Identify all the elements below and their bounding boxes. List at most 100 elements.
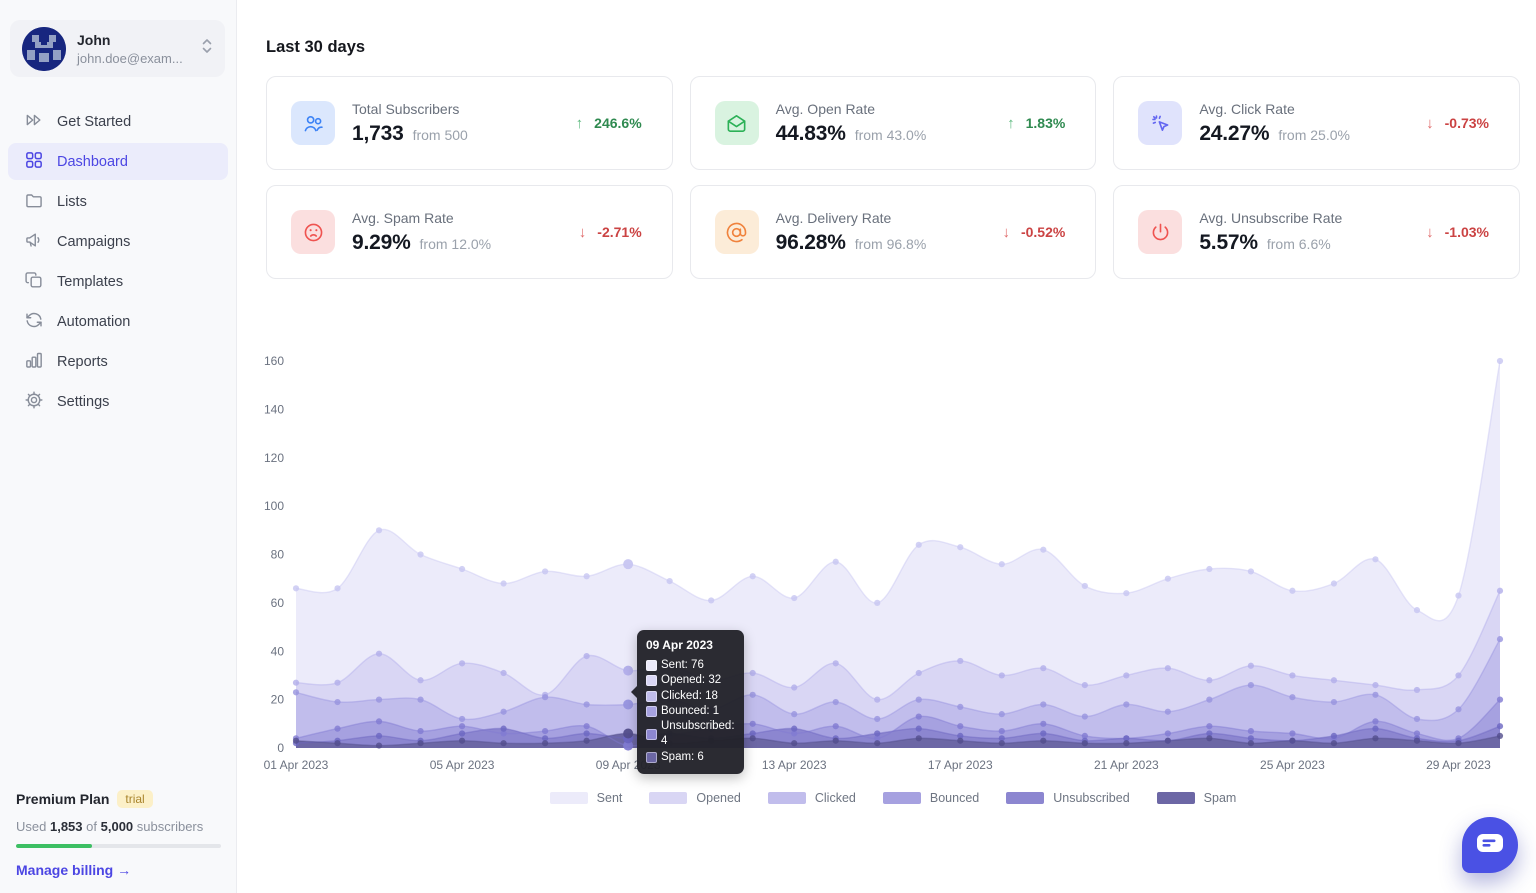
sidebar-item-templates[interactable]: Templates [8,263,228,300]
data-point[interactable] [1331,740,1337,746]
data-point[interactable] [417,551,423,557]
data-point[interactable] [1455,740,1461,746]
data-point[interactable] [542,694,548,700]
data-point[interactable] [791,711,797,717]
data-point[interactable] [376,742,382,748]
data-point[interactable] [459,660,465,666]
data-point[interactable] [1248,728,1254,734]
data-point[interactable] [417,677,423,683]
legend-item-spam[interactable]: Spam [1157,791,1237,805]
data-point[interactable] [500,740,506,746]
data-point[interactable] [376,651,382,657]
data-point[interactable] [1414,716,1420,722]
data-point[interactable] [1372,692,1378,698]
data-point[interactable] [1040,730,1046,736]
data-point[interactable] [623,699,633,709]
data-point[interactable] [584,723,590,729]
data-point[interactable] [623,559,633,569]
data-point[interactable] [1372,718,1378,724]
data-point[interactable] [1414,687,1420,693]
data-point[interactable] [791,684,797,690]
data-point[interactable] [1123,590,1129,596]
legend-item-clicked[interactable]: Clicked [768,791,856,805]
data-point[interactable] [417,697,423,703]
data-point[interactable] [957,704,963,710]
data-point[interactable] [916,670,922,676]
data-point[interactable] [376,718,382,724]
sidebar-item-settings[interactable]: Settings [8,383,228,420]
chat-launcher-button[interactable] [1462,817,1518,873]
data-point[interactable] [334,740,340,746]
data-point[interactable] [1331,677,1337,683]
data-point[interactable] [623,728,633,738]
data-point[interactable] [916,542,922,548]
data-point[interactable] [1248,682,1254,688]
data-point[interactable] [584,701,590,707]
data-point[interactable] [1082,713,1088,719]
data-point[interactable] [874,697,880,703]
data-point[interactable] [293,585,299,591]
data-point[interactable] [1289,738,1295,744]
data-point[interactable] [1497,733,1503,739]
data-point[interactable] [957,738,963,744]
data-point[interactable] [999,561,1005,567]
legend-item-unsubscribed[interactable]: Unsubscribed [1006,791,1129,805]
data-point[interactable] [293,689,299,695]
data-point[interactable] [1372,556,1378,562]
data-point[interactable] [459,738,465,744]
legend-item-opened[interactable]: Opened [649,791,740,805]
data-point[interactable] [833,738,839,744]
data-point[interactable] [623,666,633,676]
data-point[interactable] [334,680,340,686]
engagement-area-chart[interactable]: 02040608010012014016001 Apr 202305 Apr 2… [250,350,1516,774]
data-point[interactable] [1497,358,1503,364]
data-point[interactable] [1289,672,1295,678]
data-point[interactable] [791,595,797,601]
data-point[interactable] [1165,576,1171,582]
data-point[interactable] [791,740,797,746]
data-point[interactable] [293,680,299,686]
data-point[interactable] [1040,701,1046,707]
data-point[interactable] [1206,697,1212,703]
data-point[interactable] [334,726,340,732]
data-point[interactable] [1123,672,1129,678]
data-point[interactable] [874,716,880,722]
data-point[interactable] [293,738,299,744]
data-point[interactable] [957,544,963,550]
data-point[interactable] [1082,740,1088,746]
data-point[interactable] [999,711,1005,717]
data-point[interactable] [1372,735,1378,741]
data-point[interactable] [1206,566,1212,572]
data-point[interactable] [376,697,382,703]
data-point[interactable] [957,723,963,729]
data-point[interactable] [750,692,756,698]
data-point[interactable] [999,728,1005,734]
data-point[interactable] [459,730,465,736]
data-point[interactable] [957,658,963,664]
data-point[interactable] [500,726,506,732]
data-point[interactable] [1206,723,1212,729]
account-switcher[interactable]: John john.doe@exam... [10,20,225,77]
data-point[interactable] [1040,738,1046,744]
data-point[interactable] [750,721,756,727]
data-point[interactable] [376,733,382,739]
data-point[interactable] [1372,682,1378,688]
data-point[interactable] [874,600,880,606]
data-point[interactable] [1082,583,1088,589]
data-point[interactable] [1248,568,1254,574]
data-point[interactable] [999,672,1005,678]
sidebar-item-get-started[interactable]: Get Started [8,103,228,140]
data-point[interactable] [833,723,839,729]
legend-item-sent[interactable]: Sent [550,791,623,805]
data-point[interactable] [1289,694,1295,700]
data-point[interactable] [459,566,465,572]
data-point[interactable] [500,670,506,676]
data-point[interactable] [584,730,590,736]
data-point[interactable] [1248,740,1254,746]
data-point[interactable] [1040,547,1046,553]
data-point[interactable] [667,578,673,584]
data-point[interactable] [1455,672,1461,678]
data-point[interactable] [584,573,590,579]
manage-billing-link[interactable]: Manage billing → [16,862,131,878]
data-point[interactable] [874,740,880,746]
